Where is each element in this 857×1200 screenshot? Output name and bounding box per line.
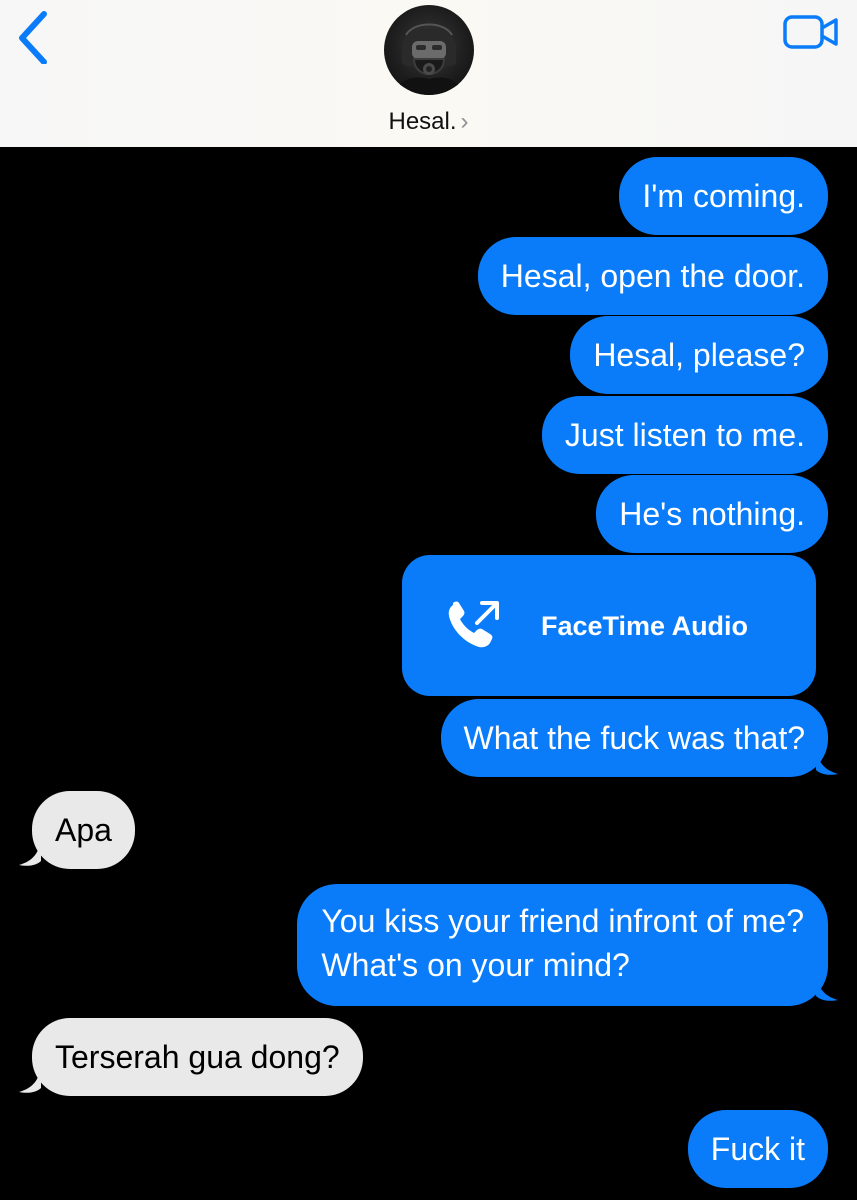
bubble-tail xyxy=(19,1066,41,1093)
contact-name-button[interactable]: Hesal. › xyxy=(0,105,857,139)
message-text: Hesal, please? xyxy=(593,337,805,373)
conversation-header: Hesal. › xyxy=(0,0,857,147)
contact-avatar[interactable] xyxy=(384,5,474,95)
message-text: I'm coming. xyxy=(642,178,805,214)
message-bubble-outgoing[interactable]: He's nothing. xyxy=(596,475,828,553)
message-text: Just listen to me. xyxy=(564,417,805,453)
message-text: Hesal, open the door. xyxy=(500,258,805,294)
message-text: Terserah gua dong? xyxy=(55,1039,340,1075)
message-bubble-outgoing[interactable]: What the fuck was that? xyxy=(440,699,828,777)
message-text-line: You kiss your friend infront of me? xyxy=(321,903,804,939)
call-label: FaceTime Audio xyxy=(541,611,749,641)
back-button[interactable] xyxy=(14,8,54,65)
message-text: What the fuck was that? xyxy=(463,720,806,756)
message-bubble-outgoing[interactable]: Hesal, please? xyxy=(570,316,828,394)
contact-name: Hesal. xyxy=(388,108,457,135)
chevron-left-icon xyxy=(19,11,47,65)
outgoing-call-icon xyxy=(448,601,499,648)
message-text-line: What's on your mind? xyxy=(321,947,630,983)
facetime-audio-call-bubble[interactable]: FaceTime Audio xyxy=(402,555,816,696)
message-bubble-outgoing[interactable]: Hesal, open the door. xyxy=(477,237,828,315)
message-text: He's nothing. xyxy=(619,496,805,532)
message-bubble-outgoing[interactable]: Just listen to me. xyxy=(541,396,828,474)
message-bubble-incoming[interactable]: Apa xyxy=(32,791,135,869)
facetime-video-button[interactable] xyxy=(782,12,840,52)
message-text: Apa xyxy=(55,812,112,848)
bubble-tail xyxy=(19,839,41,866)
message-bubble-outgoing[interactable]: Fuck it xyxy=(687,1110,828,1188)
message-bubble-outgoing[interactable]: You kiss your friend infront of me? What… xyxy=(297,884,828,1006)
message-text: Fuck it xyxy=(710,1131,805,1167)
bubble-tail xyxy=(816,748,838,775)
video-camera-icon xyxy=(783,15,838,49)
message-bubble-outgoing[interactable]: I'm coming. xyxy=(619,157,828,235)
avatar-image xyxy=(394,23,464,95)
chevron-right-icon: › xyxy=(460,108,469,135)
message-bubble-incoming[interactable]: Terserah gua dong? xyxy=(32,1018,363,1096)
bubble-tail xyxy=(816,974,838,1001)
